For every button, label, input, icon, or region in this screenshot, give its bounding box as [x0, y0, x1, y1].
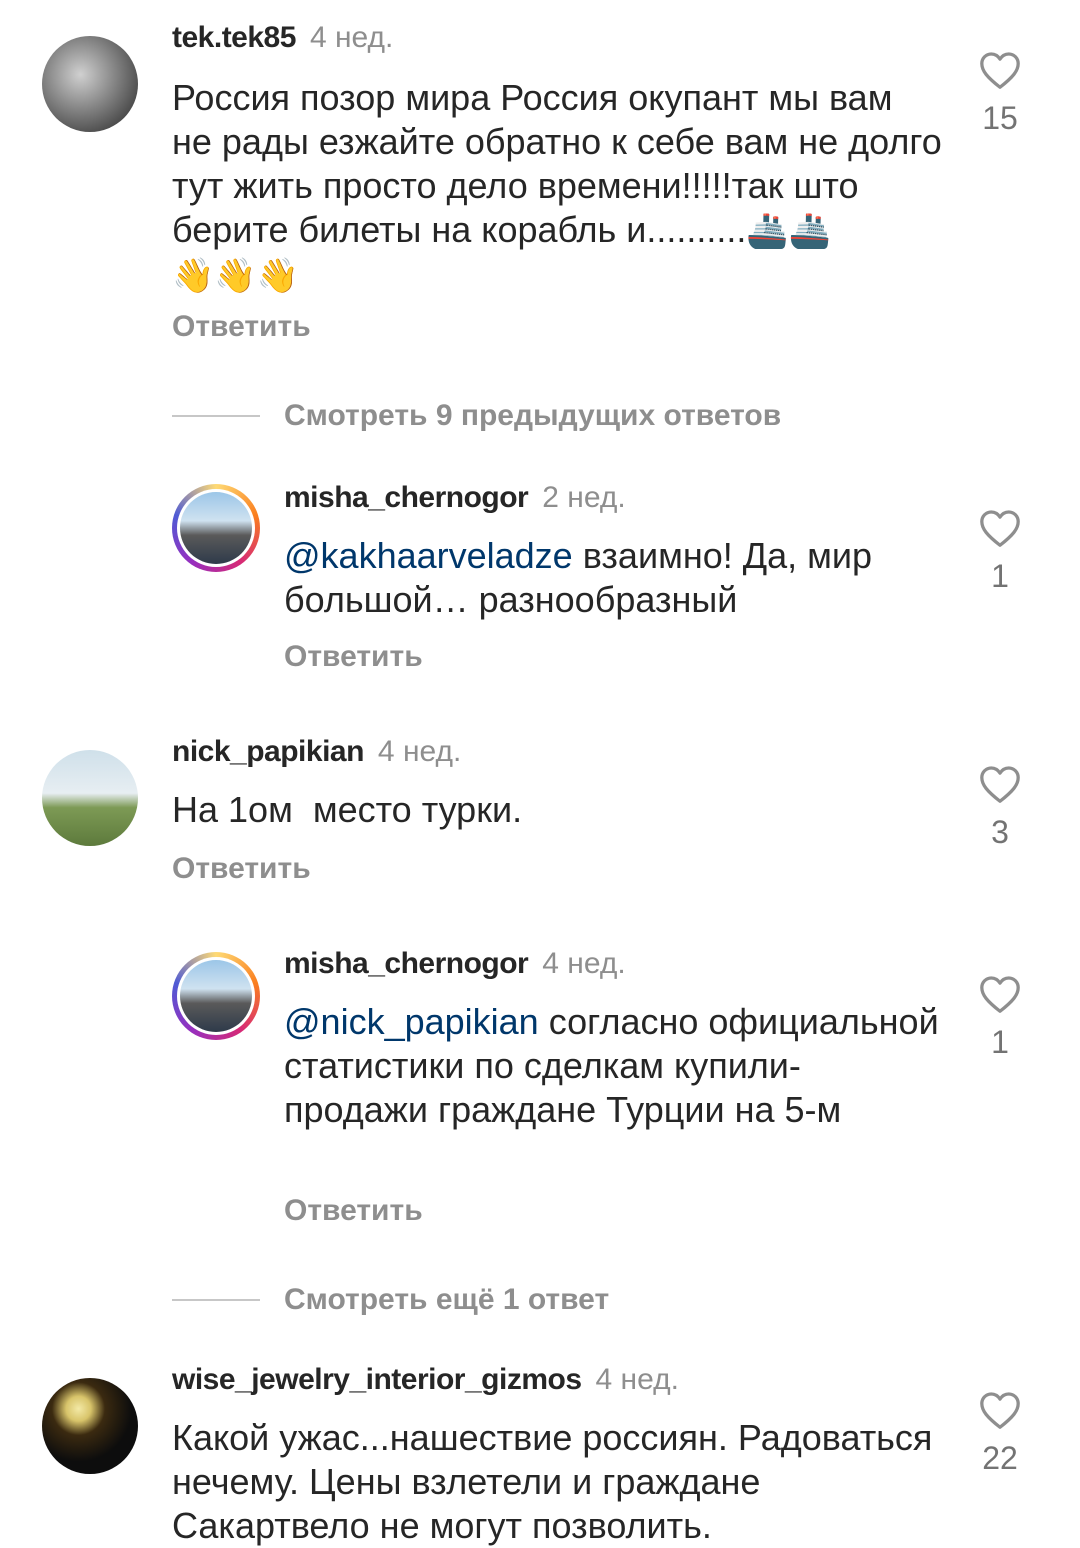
story-avatar[interactable] — [172, 484, 260, 572]
view-replies-label: Смотреть 9 предыдущих ответов — [284, 399, 782, 432]
ship-emoji: 🚢🚢 — [746, 212, 832, 250]
comment-text: Какой ужас...нашествие россиян. Радовать… — [172, 1417, 933, 1546]
like-count: 15 — [982, 100, 1018, 136]
username[interactable]: tek.tek85 — [172, 21, 296, 54]
like-button[interactable]: 3 — [970, 764, 1030, 851]
mention-link[interactable]: @kakhaarveladze — [284, 535, 573, 576]
comment-text: На 1ом место турки. — [172, 789, 523, 830]
username[interactable]: nick_papikian — [172, 735, 364, 768]
view-more-replies[interactable]: Смотреть ещё 1 ответ — [172, 1280, 609, 1320]
view-previous-replies[interactable]: Смотреть 9 предыдущих ответов — [172, 396, 781, 436]
like-button[interactable]: 1 — [970, 508, 1030, 595]
timestamp: 2 нед. — [542, 481, 626, 514]
timestamp: 4 нед. — [309, 21, 394, 54]
heart-outline-icon — [980, 1392, 1020, 1429]
divider-line — [172, 415, 260, 417]
avatar[interactable] — [42, 36, 138, 132]
mention-link[interactable]: @nick_papikian — [284, 1001, 539, 1042]
reply-button[interactable]: Ответить — [284, 1194, 423, 1228]
waving-hand-emoji: 👋👋👋 — [172, 257, 300, 295]
username[interactable]: misha_chernogor — [284, 947, 529, 980]
like-count: 1 — [991, 558, 1009, 594]
story-avatar[interactable] — [172, 952, 260, 1040]
reply-button[interactable]: Ответить — [284, 640, 423, 674]
heart-outline-icon — [980, 510, 1020, 547]
username[interactable]: wise_jewelry_interior_gizmos — [172, 1363, 582, 1396]
avatar[interactable] — [42, 1378, 138, 1474]
heart-outline-icon — [980, 976, 1020, 1013]
timestamp: 4 нед. — [377, 735, 462, 768]
comment-text: @kakhaarveladze взаимно! Да, мир большой… — [284, 535, 873, 620]
reply-button[interactable]: Ответить — [172, 852, 311, 886]
like-count: 1 — [991, 1024, 1009, 1060]
like-count: 22 — [982, 1440, 1018, 1476]
timestamp: 4 нед. — [542, 947, 626, 980]
avatar — [180, 492, 252, 564]
comment-text: @nick_papikian согласно официальной стат… — [284, 1001, 939, 1130]
reply-button[interactable]: Ответить — [172, 310, 311, 344]
heart-outline-icon — [980, 766, 1020, 803]
view-replies-label: Смотреть ещё 1 ответ — [284, 1283, 610, 1316]
avatar — [180, 960, 252, 1032]
like-button[interactable]: 1 — [970, 974, 1030, 1061]
username[interactable]: misha_chernogor — [284, 481, 529, 514]
timestamp: 4 нед. — [595, 1363, 679, 1396]
comment-text: Россия позор мира Россия окупант мы вам … — [172, 77, 942, 295]
like-button[interactable]: 15 — [970, 50, 1030, 137]
avatar[interactable] — [42, 750, 138, 846]
like-count: 3 — [991, 814, 1009, 850]
heart-outline-icon — [980, 52, 1020, 89]
divider-line — [172, 1299, 260, 1301]
like-button[interactable]: 22 — [970, 1390, 1030, 1477]
